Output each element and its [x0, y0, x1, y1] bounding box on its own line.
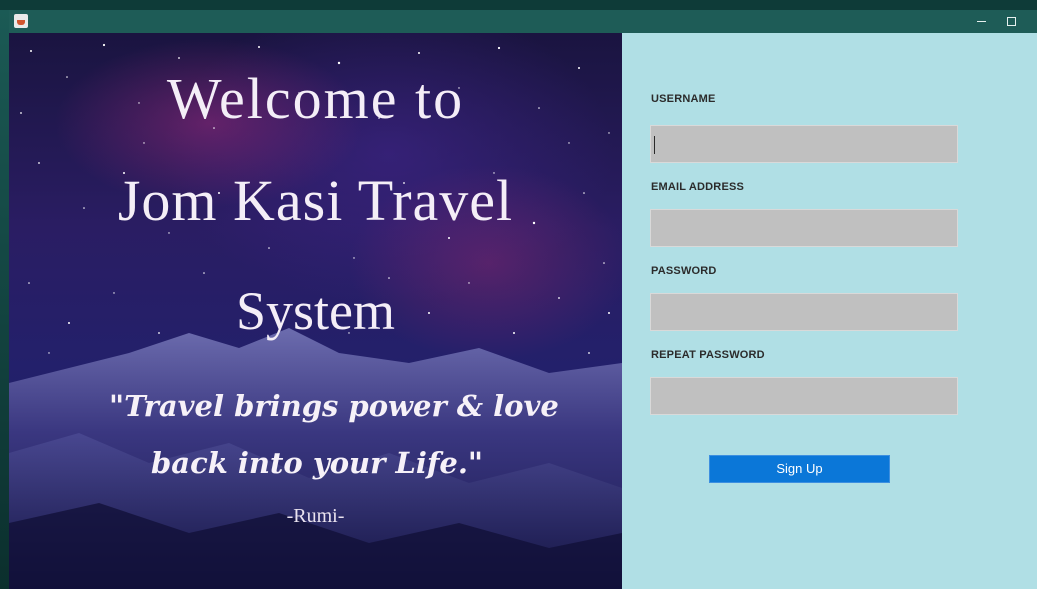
password-input[interactable] — [650, 293, 958, 331]
window-titlebar[interactable] — [9, 10, 1037, 33]
close-button[interactable] — [1026, 10, 1037, 33]
signup-button[interactable]: Sign Up — [709, 455, 890, 483]
repeat-password-input[interactable] — [650, 377, 958, 415]
password-label: PASSWORD — [651, 265, 717, 277]
text-caret — [654, 136, 655, 154]
username-input[interactable] — [650, 125, 958, 163]
signup-form-panel: USERNAME EMAIL ADDRESS PASSWORD REPEAT P… — [622, 33, 1037, 589]
email-label: EMAIL ADDRESS — [651, 181, 745, 193]
repeat-password-label: REPEAT PASSWORD — [651, 349, 765, 361]
welcome-title-line3: System — [235, 281, 396, 341]
welcome-title-line1: Welcome to — [166, 66, 465, 131]
quote-author: -Rumi- — [286, 505, 345, 527]
email-input[interactable] — [650, 209, 958, 247]
java-cup-icon — [14, 14, 28, 28]
minimize-button[interactable] — [966, 10, 996, 33]
quote-line2: back into your Life." — [151, 446, 484, 480]
welcome-title-line2: Jom Kasi Travel — [117, 168, 514, 233]
quote-line1: "Travel brings power & love — [109, 389, 559, 423]
hero-image-panel: Welcome to Jom Kasi Travel System "Trave… — [9, 33, 622, 589]
window-left-edge — [0, 10, 9, 589]
username-label: USERNAME — [651, 93, 716, 105]
maximize-button[interactable] — [996, 10, 1026, 33]
